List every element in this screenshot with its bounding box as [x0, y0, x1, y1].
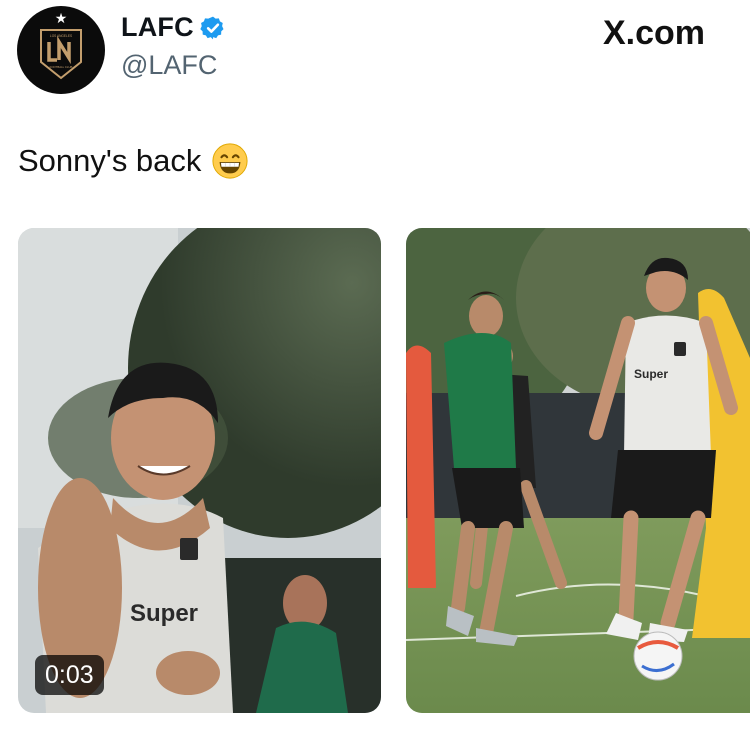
training-photo-image: Super: [406, 228, 750, 713]
display-name[interactable]: LAFC: [121, 12, 194, 43]
tweet-text: Sonny's back: [18, 142, 249, 180]
grinning-face-emoji-icon: [212, 143, 248, 179]
lafc-crest-logo: LOS ANGELES FOOTBALL CLUB: [40, 29, 82, 80]
jersey-sponsor-text-right: Super: [634, 367, 668, 381]
video-frame-image: Super: [18, 228, 381, 713]
account-handle[interactable]: @LAFC: [121, 50, 217, 81]
video-thumbnail[interactable]: Super: [18, 228, 381, 713]
verified-badge-icon: [200, 16, 224, 39]
author-name-row[interactable]: LAFC: [121, 12, 226, 43]
svg-text:LOS ANGELES: LOS ANGELES: [50, 34, 72, 38]
star-icon: ★: [54, 10, 68, 26]
site-label-text: X.com: [603, 14, 706, 52]
tweet-text-content: Sonny's back: [18, 143, 202, 178]
avatar[interactable]: ★ LOS ANGELES FOOTBALL CLUB: [17, 6, 105, 94]
photo-thumbnail[interactable]: Super: [406, 228, 750, 713]
video-duration-badge: 0:03: [35, 655, 104, 695]
svg-text:FOOTBALL CLUB: FOOTBALL CLUB: [50, 65, 73, 69]
site-label: X.com: [603, 14, 705, 53]
jersey-sponsor-text: Super: [130, 600, 198, 627]
